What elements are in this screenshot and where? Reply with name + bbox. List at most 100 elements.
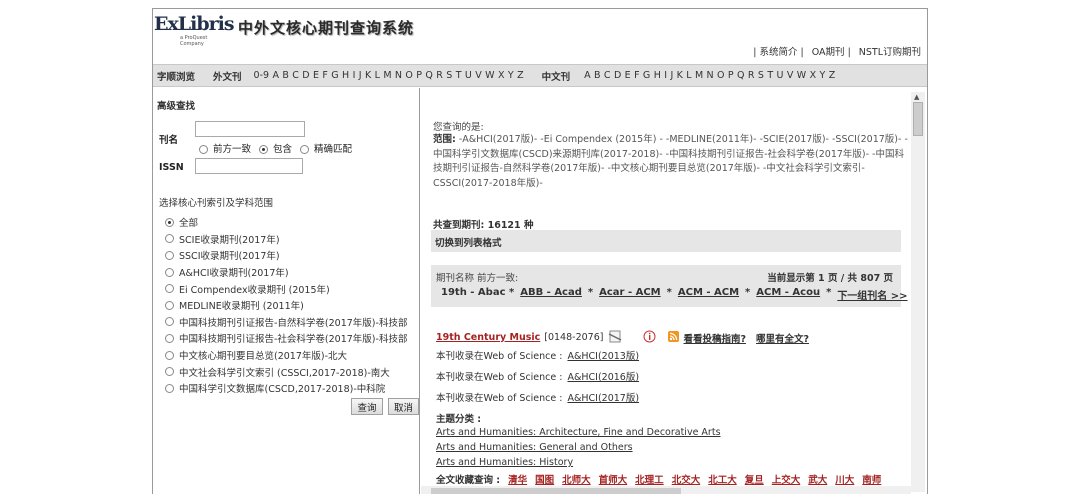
- subject-link[interactable]: Arts and Humanities: General and Others: [436, 442, 633, 453]
- scroll-up-icon[interactable]: ▲: [914, 93, 919, 101]
- foreign-letter-link[interactable]: 0-9: [254, 70, 270, 81]
- scroll-thumb[interactable]: [913, 102, 923, 136]
- chinese-letter-link[interactable]: V: [787, 70, 794, 81]
- chinese-letter-link[interactable]: U: [777, 70, 784, 81]
- chinese-letter-link[interactable]: K: [677, 70, 683, 81]
- chinese-letter-link[interactable]: W: [797, 70, 806, 81]
- chinese-letter-link[interactable]: Z: [829, 70, 836, 81]
- journal-title-link[interactable]: 19th Century Music: [436, 332, 540, 343]
- chinese-letter-link[interactable]: N: [707, 70, 714, 81]
- foreign-letter-link[interactable]: H: [342, 70, 349, 81]
- chinese-letter-link[interactable]: E: [625, 70, 631, 81]
- info-icon[interactable]: [643, 330, 656, 346]
- foreign-letter-link[interactable]: T: [456, 70, 462, 81]
- foreign-letter-link[interactable]: W: [485, 70, 494, 81]
- index-option[interactable]: 中文核心期刊要目总览(2017年版)-北大: [165, 347, 407, 364]
- switch-format-link[interactable]: 切换到列表格式: [435, 235, 502, 249]
- foreign-letter-link[interactable]: K: [365, 70, 371, 81]
- journal-group-link[interactable]: Acar - ACM: [599, 287, 661, 302]
- foreign-journals-label[interactable]: 外文刊: [213, 69, 242, 83]
- library-link[interactable]: 川大: [835, 472, 854, 486]
- library-link[interactable]: 北理工: [635, 472, 664, 486]
- search-button[interactable]: 查询: [351, 398, 383, 415]
- chinese-letter-link[interactable]: J: [670, 70, 673, 81]
- chinese-letter-link[interactable]: I: [664, 70, 667, 81]
- library-link[interactable]: 复旦: [745, 472, 764, 486]
- index-option[interactable]: SCIE收录期刊(2017年): [165, 231, 407, 248]
- journal-group-link[interactable]: ACM - ACM: [678, 287, 739, 302]
- foreign-letter-link[interactable]: Y: [508, 70, 514, 81]
- match-option-contains[interactable]: 包含: [259, 141, 292, 155]
- library-link[interactable]: 南师: [862, 472, 881, 486]
- rss-icon[interactable]: [668, 330, 680, 345]
- foreign-letter-link[interactable]: R: [436, 70, 443, 81]
- foreign-letter-link[interactable]: U: [465, 70, 472, 81]
- index-option[interactable]: 中国科学引文数据库(CSCD,2017-2018)-中科院: [165, 380, 407, 397]
- journal-group-link[interactable]: ACM - Acou: [756, 287, 820, 302]
- foreign-letter-link[interactable]: Z: [517, 70, 524, 81]
- foreign-letter-link[interactable]: E: [313, 70, 319, 81]
- link-oa-journals[interactable]: OA期刊 |: [808, 44, 855, 58]
- index-option[interactable]: MEDLINE收录期刊 (2011年): [165, 297, 407, 314]
- submission-guide-link[interactable]: 看看投稿指南?: [683, 331, 746, 345]
- foreign-letter-link[interactable]: P: [416, 70, 422, 81]
- chinese-letter-link[interactable]: O: [717, 70, 724, 81]
- issn-input[interactable]: [195, 158, 303, 174]
- chinese-letter-link[interactable]: T: [767, 70, 773, 81]
- foreign-letter-link[interactable]: B: [282, 70, 289, 81]
- link-nstl[interactable]: NSTL订购期刊: [855, 44, 925, 58]
- foreign-letter-link[interactable]: Q: [425, 70, 432, 81]
- foreign-letter-link[interactable]: I: [353, 70, 356, 81]
- link-system-intro[interactable]: | 系统简介 |: [749, 44, 807, 58]
- library-link[interactable]: 北工大: [708, 472, 737, 486]
- chinese-letter-link[interactable]: Y: [820, 70, 826, 81]
- chinese-letter-link[interactable]: L: [686, 70, 691, 81]
- chinese-letter-link[interactable]: C: [604, 70, 611, 81]
- chinese-letter-link[interactable]: P: [728, 70, 734, 81]
- foreign-letter-link[interactable]: L: [375, 70, 380, 81]
- chinese-letter-link[interactable]: G: [643, 70, 650, 81]
- library-link[interactable]: 北交大: [672, 472, 701, 486]
- foreign-letter-link[interactable]: C: [292, 70, 299, 81]
- subject-link[interactable]: Arts and Humanities: History: [436, 457, 573, 468]
- index-option[interactable]: 中国科技期刊引证报告-社会科学卷(2017年版)-科技部: [165, 330, 407, 347]
- chinese-letter-link[interactable]: M: [695, 70, 703, 81]
- title-input[interactable]: [195, 121, 305, 137]
- chinese-letter-link[interactable]: B: [594, 70, 601, 81]
- foreign-letter-link[interactable]: N: [395, 70, 402, 81]
- match-option-exact[interactable]: 精确匹配: [300, 141, 352, 155]
- library-link[interactable]: 上交大: [772, 472, 801, 486]
- chinese-letter-link[interactable]: D: [614, 70, 621, 81]
- library-link[interactable]: 首师大: [599, 472, 628, 486]
- chinese-letter-link[interactable]: Q: [737, 70, 744, 81]
- library-link[interactable]: 清华: [508, 472, 527, 486]
- index-option[interactable]: 中国科技期刊引证报告-自然科学卷(2017年版)-科技部: [165, 314, 407, 331]
- cancel-button[interactable]: 取消: [388, 398, 419, 415]
- library-link[interactable]: 武大: [808, 472, 827, 486]
- fulltext-link[interactable]: 哪里有全文?: [756, 331, 809, 345]
- foreign-letter-link[interactable]: A: [272, 70, 279, 81]
- chinese-letter-link[interactable]: A: [584, 70, 591, 81]
- index-option[interactable]: 中文社会科学引文索引 (CSSCI,2017-2018)-南大: [165, 363, 407, 380]
- horizontal-scrollbar[interactable]: [421, 486, 911, 494]
- chinese-letter-link[interactable]: F: [634, 70, 639, 81]
- vertical-scrollbar[interactable]: ▲: [911, 92, 925, 492]
- chinese-letter-link[interactable]: X: [810, 70, 817, 81]
- index-option[interactable]: A&HCI收录期刊(2017年): [165, 264, 407, 281]
- chinese-letter-link[interactable]: H: [654, 70, 661, 81]
- journal-group-link[interactable]: ABB - Acad: [520, 287, 582, 302]
- journal-group-link[interactable]: 19th - Abac *: [441, 287, 514, 302]
- index-option[interactable]: 全部: [165, 214, 407, 231]
- foreign-letter-link[interactable]: M: [383, 70, 391, 81]
- wos-link[interactable]: A&HCI(2017版): [567, 393, 639, 404]
- wos-link[interactable]: A&HCI(2013版): [567, 351, 639, 362]
- foreign-letter-link[interactable]: S: [446, 70, 452, 81]
- chinese-letter-link[interactable]: S: [758, 70, 764, 81]
- chinese-journals-label[interactable]: 中文刊: [542, 69, 571, 83]
- library-link[interactable]: 国图: [535, 472, 554, 486]
- foreign-letter-link[interactable]: X: [498, 70, 505, 81]
- document-icon[interactable]: [607, 328, 625, 347]
- library-link[interactable]: 北师大: [562, 472, 591, 486]
- wos-link[interactable]: A&HCI(2016版): [567, 372, 639, 383]
- index-option[interactable]: Ei Compendex收录期刊 (2015年): [165, 280, 407, 297]
